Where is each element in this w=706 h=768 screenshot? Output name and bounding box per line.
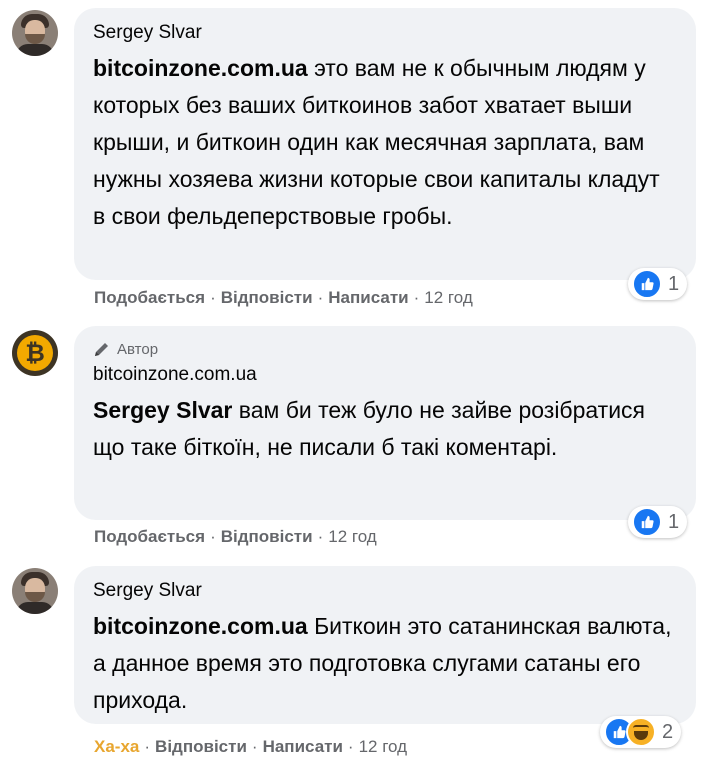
comment-actions: Подобається · Відповісти · 12 год [94, 527, 377, 547]
reply-button[interactable]: Відповісти [221, 288, 313, 308]
comment-body: это вам не к обычным людям у которых без… [93, 55, 660, 229]
bitcoin-icon: ₿ [17, 335, 53, 371]
comment-actions: Ха-ха · Відповісти · Написати · 12 год [94, 737, 407, 757]
separator: · [347, 737, 354, 756]
reaction-count: 1 [668, 510, 680, 533]
mention-link[interactable]: bitcoinzone.com.ua [93, 613, 308, 639]
comment-text: bitcoinzone.com.ua это вам не к обычным … [93, 50, 676, 235]
comment-author[interactable]: Sergey Slvar [93, 580, 676, 602]
like-button[interactable]: Подобається [94, 527, 205, 547]
reactions-summary[interactable]: 1 [628, 506, 688, 538]
comment-author[interactable]: bitcoinzone.com.ua [93, 364, 676, 386]
comment-author[interactable]: Sergey Slvar [93, 22, 676, 44]
comment-bubble: Sergey Slvar bitcoinzone.com.ua это вам … [74, 8, 696, 280]
mention-link[interactable]: bitcoinzone.com.ua [93, 55, 308, 81]
mention-link[interactable]: Sergey Slvar [93, 397, 232, 423]
message-button[interactable]: Написати [328, 288, 408, 308]
pen-icon [95, 343, 108, 356]
avatar[interactable]: ₿ [12, 330, 58, 376]
comment-bubble: Sergey Slvar bitcoinzone.com.ua Биткоин … [74, 566, 696, 724]
separator: · [210, 288, 216, 307]
haha-reaction-button[interactable]: Ха-ха [94, 737, 139, 757]
comment-text: Sergey Slvar вам би теж було не зайве ро… [93, 392, 676, 466]
like-button[interactable]: Подобається [94, 288, 205, 308]
reactions-summary[interactable]: 1 [628, 268, 688, 300]
like-icon [632, 507, 662, 537]
timestamp[interactable]: 12 год [424, 288, 472, 308]
comment-text: bitcoinzone.com.ua Биткоин это сатанинск… [93, 608, 676, 719]
author-badge-label: Автор [117, 340, 159, 358]
comment-bubble: Автор bitcoinzone.com.ua Sergey Slvar ва… [74, 326, 696, 520]
author-badge: Автор [93, 340, 676, 358]
separator: · [251, 737, 258, 756]
separator: · [317, 527, 324, 546]
timestamp[interactable]: 12 год [359, 737, 407, 757]
separator: · [413, 288, 420, 307]
reaction-count: 1 [668, 272, 680, 295]
haha-icon [626, 717, 656, 747]
like-icon [632, 269, 662, 299]
reactions-summary[interactable]: 2 [600, 716, 682, 748]
comment-actions: Подобається · Відповісти · Написати · 12… [94, 288, 473, 308]
reply-button[interactable]: Відповісти [221, 527, 313, 547]
separator: · [210, 527, 216, 546]
separator: · [317, 288, 324, 307]
reply-button[interactable]: Відповісти [155, 737, 247, 757]
message-button[interactable]: Написати [263, 737, 343, 757]
avatar[interactable] [12, 568, 58, 614]
separator: · [144, 737, 151, 756]
reaction-count: 2 [662, 720, 674, 743]
timestamp[interactable]: 12 год [328, 527, 376, 547]
avatar[interactable] [12, 10, 58, 56]
